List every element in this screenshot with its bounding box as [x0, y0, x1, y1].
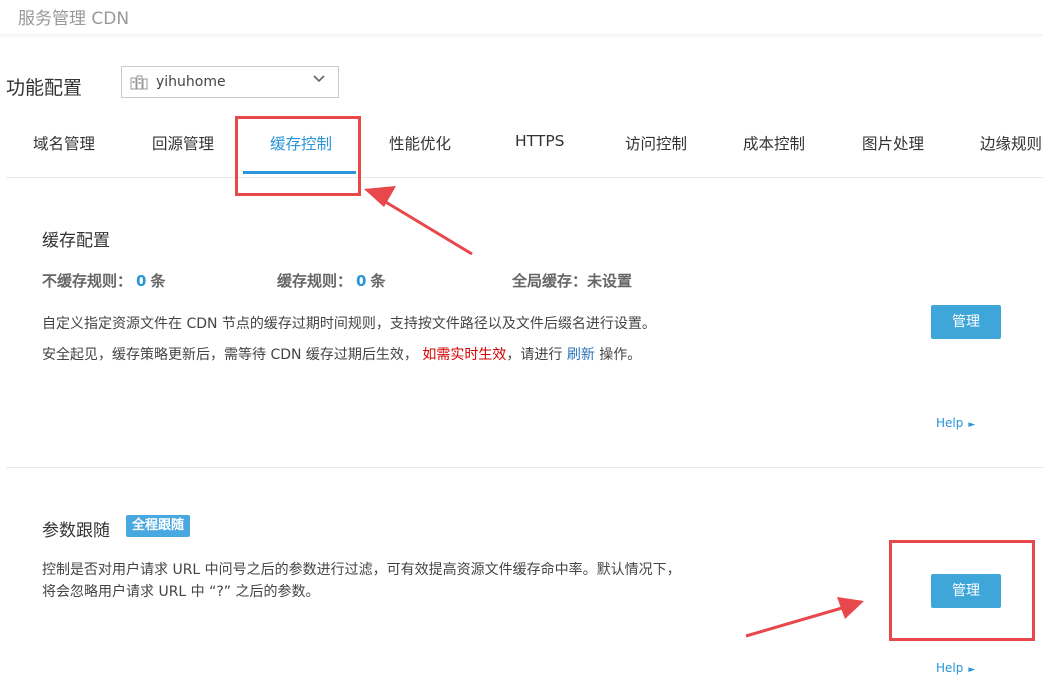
button-highlight-box [889, 540, 1035, 641]
tab-domain-management[interactable]: 域名管理 [33, 132, 95, 154]
top-bar-shadow [0, 34, 1043, 38]
param-help-link[interactable]: Help ► [936, 661, 975, 675]
realtime-effect-note: 如需实时生效 [422, 347, 507, 363]
cache-help-link[interactable]: Help ► [936, 416, 975, 430]
global-cache-value: 未设置 [587, 272, 633, 290]
cache-rules-unit: 条 [370, 272, 386, 290]
arrow-to-tab-icon [364, 186, 396, 207]
play-arrow-icon: ► [968, 665, 976, 675]
arrow-to-tab-shaft [383, 199, 473, 256]
config-label: 功能配置 [6, 77, 83, 99]
tab-cost-control[interactable]: 成本控制 [743, 132, 805, 154]
section-divider [6, 467, 1043, 468]
refresh-link[interactable]: 刷新 [567, 347, 595, 363]
cache-rules-stat: 缓存规则： 0 条 [277, 270, 385, 291]
global-cache-label: 全局缓存： [512, 272, 588, 290]
tab-https[interactable]: HTTPS [515, 132, 565, 150]
play-arrow-icon: ► [968, 420, 976, 430]
tab-highlight-box [235, 116, 361, 196]
param-follow-badge: 全程跟随 [126, 515, 191, 537]
cache-description-2-text-c: 操作。 [599, 347, 642, 363]
tabs-divider [6, 177, 1043, 178]
cache-rules-count: 0 [356, 272, 367, 290]
param-follow-title: 参数跟随 [42, 521, 110, 541]
chevron-down-icon [313, 75, 325, 83]
arrow-to-button-icon [837, 597, 864, 619]
cache-description-2-text-b: ，请进行 [506, 347, 563, 363]
cache-description-2-text: 安全起见，缓存策略更新后，需等待 CDN 缓存过期后生效， [42, 347, 418, 363]
tab-bar: 域名管理 回源管理 缓存控制 性能优化 HTTPS 访问控制 成本控制 图片处理… [0, 118, 1043, 178]
param-description-2: 将会忽略用户请求 URL 中 “?” 之后的参数。 [42, 584, 320, 600]
tab-edge-rules[interactable]: 边缘规则 [980, 132, 1042, 154]
no-cache-rules-label: 不缓存规则： [42, 272, 133, 290]
domain-select-value: yihuhome [156, 74, 226, 90]
no-cache-rules-count: 0 [136, 272, 147, 290]
no-cache-rules-unit: 条 [150, 272, 166, 290]
global-cache-stat: 全局缓存：未设置 [512, 270, 632, 291]
param-help-label: Help [936, 661, 964, 675]
tab-image-processing[interactable]: 图片处理 [862, 132, 924, 154]
param-description-1: 控制是否对用户请求 URL 中问号之后的参数进行过滤，可有效提高资源文件缓存命中… [42, 562, 681, 578]
tab-performance[interactable]: 性能优化 [389, 132, 451, 154]
cache-description-1: 自定义指定资源文件在 CDN 节点的缓存过期时间规则，支持按文件路径以及文件后缀… [42, 316, 656, 332]
cache-rules-label: 缓存规则： [277, 272, 353, 290]
cache-description-2: 安全起见，缓存策略更新后，需等待 CDN 缓存过期后生效， 如需实时生效，请进行… [42, 344, 641, 366]
arrow-to-button-shaft [745, 606, 843, 638]
building-icon [130, 75, 148, 90]
page-title: 服务管理 CDN [18, 9, 130, 29]
top-bar: 服务管理 CDN [0, 0, 1043, 34]
domain-select[interactable]: yihuhome [121, 66, 339, 98]
cache-help-label: Help [936, 416, 964, 430]
cache-manage-button[interactable]: 管理 [931, 305, 1001, 339]
tab-access-control[interactable]: 访问控制 [625, 132, 687, 154]
no-cache-rules-stat: 不缓存规则： 0 条 [42, 270, 165, 291]
tab-origin-management[interactable]: 回源管理 [152, 132, 214, 154]
cache-config-title: 缓存配置 [42, 231, 110, 251]
